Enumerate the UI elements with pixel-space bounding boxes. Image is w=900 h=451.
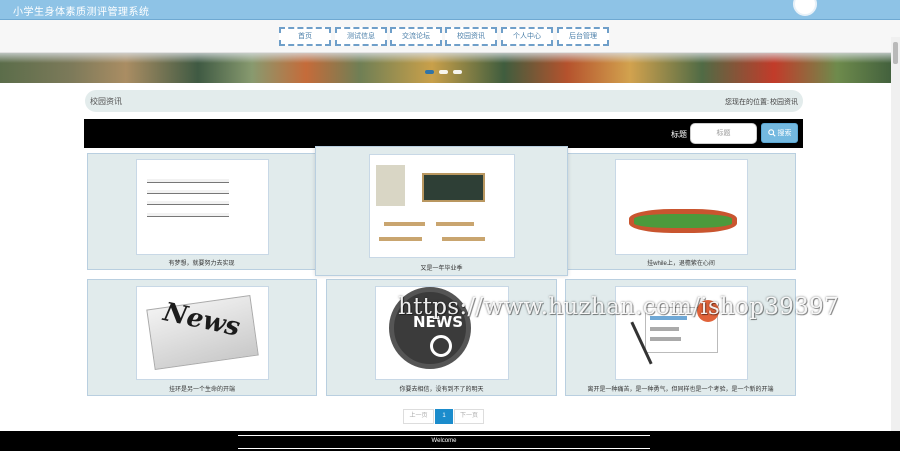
search-button[interactable]: 搜索 bbox=[761, 123, 798, 143]
news-card[interactable]: 又是一年毕业季 bbox=[315, 146, 568, 276]
news-caption[interactable]: 有梦想，就要努力去实现 bbox=[88, 258, 315, 267]
main-nav: 首页 测试信息 交流论坛 校园资讯 个人中心 后台管理 bbox=[0, 20, 900, 53]
news-card[interactable]: 离开是一种痛苦，是一种勇气，但同样也是一个考验，是一个新的开端 bbox=[565, 279, 796, 396]
banner-carousel[interactable] bbox=[0, 53, 900, 83]
pagination-next-button[interactable]: 下一页 bbox=[454, 409, 484, 424]
search-input[interactable] bbox=[690, 123, 757, 144]
news-caption[interactable]: 又是一年毕业季 bbox=[316, 263, 567, 272]
news-caption[interactable]: 离开是一种痛苦，是一种勇气，但同样也是一个考验，是一个新的开端 bbox=[566, 384, 795, 393]
search-icon bbox=[767, 129, 776, 137]
news-image-sports-field bbox=[615, 159, 748, 255]
news-image-classroom bbox=[369, 154, 515, 258]
footer-divider bbox=[238, 435, 650, 436]
pagination-prev-button[interactable]: 上一页 bbox=[403, 409, 434, 424]
search-button-label: 搜索 bbox=[777, 130, 792, 137]
section-title: 校园资讯 bbox=[90, 97, 122, 106]
news-image-newspaper-desk bbox=[615, 286, 748, 380]
top-header: 小学生身体素质测评管理系统 bbox=[0, 0, 900, 20]
news-card[interactable]: 挂while上，退檐紫在心间 bbox=[566, 153, 796, 270]
carousel-dot[interactable] bbox=[439, 70, 448, 74]
scrollbar[interactable] bbox=[891, 37, 900, 432]
news-image-news-globe: NEWS bbox=[375, 286, 509, 380]
nav-personal-center[interactable]: 个人中心 bbox=[501, 27, 553, 46]
avatar[interactable] bbox=[793, 0, 817, 16]
nav-forum[interactable]: 交流论坛 bbox=[390, 27, 442, 46]
news-caption[interactable]: 你要去相信，没有到不了的明天 bbox=[327, 384, 556, 393]
news-image-school-building bbox=[136, 159, 269, 255]
scrollbar-thumb[interactable] bbox=[893, 42, 898, 64]
nav-home[interactable]: 首页 bbox=[279, 27, 331, 46]
nav-test-info[interactable]: 测试信息 bbox=[335, 27, 387, 46]
carousel-dot[interactable] bbox=[425, 70, 434, 74]
footer-text: Welcome bbox=[431, 438, 457, 444]
news-card[interactable]: News 挂环是另一个生命的开端 bbox=[87, 279, 317, 396]
breadcrumb-current[interactable]: 校园资讯 bbox=[770, 97, 798, 107]
nav-campus-news[interactable]: 校园资讯 bbox=[445, 27, 497, 46]
carousel-dot[interactable] bbox=[453, 70, 462, 74]
search-label: 标题 bbox=[671, 130, 687, 139]
news-card[interactable]: 有梦想，就要努力去实现 bbox=[87, 153, 316, 270]
news-image-newspaper: News bbox=[136, 286, 269, 380]
section-header bbox=[85, 90, 803, 112]
breadcrumb-prefix: 您现在的位置: bbox=[725, 99, 769, 106]
nav-admin[interactable]: 后台管理 bbox=[557, 27, 609, 46]
news-card[interactable]: NEWS 你要去相信，没有到不了的明天 bbox=[326, 279, 557, 396]
site-title: 小学生身体素质测评管理系统 bbox=[13, 7, 150, 18]
footer-divider bbox=[238, 448, 650, 449]
page: 小学生身体素质测评管理系统 首页 测试信息 交流论坛 校园资讯 个人中心 后台管… bbox=[0, 0, 900, 451]
news-caption[interactable]: 挂环是另一个生命的开端 bbox=[88, 384, 316, 393]
pagination-current-page[interactable]: 1 bbox=[435, 409, 453, 424]
news-caption[interactable]: 挂while上，退檐紫在心间 bbox=[567, 258, 795, 267]
